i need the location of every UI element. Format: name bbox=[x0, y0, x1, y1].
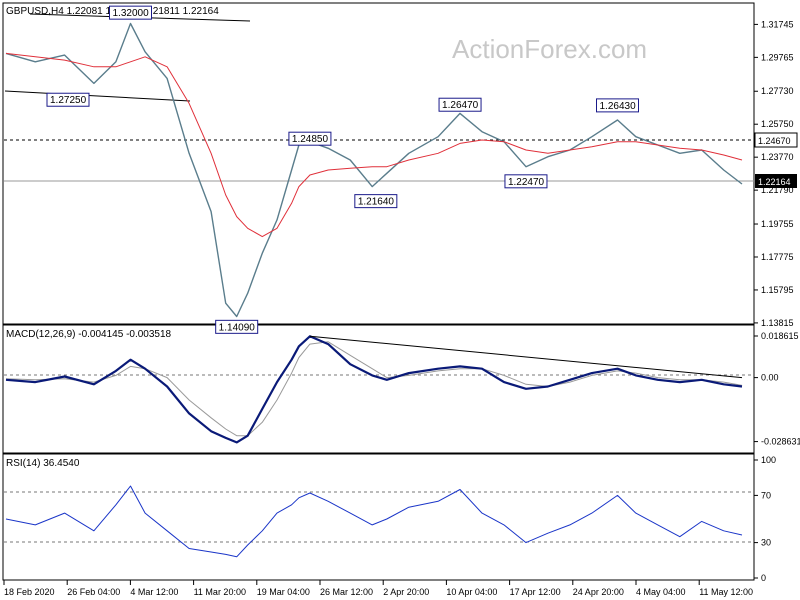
price-axis-tick-label: 1.27730 bbox=[761, 86, 794, 96]
time-axis-label: 19 Mar 04:00 bbox=[257, 587, 310, 597]
time-axis-label: 24 Apr 20:00 bbox=[573, 587, 624, 597]
price-axis-tick-label: 1.15795 bbox=[761, 285, 794, 295]
price-annotation: 1.27250 bbox=[46, 92, 90, 107]
macd-header: MACD(12,26,9) -0.004145 -0.003518 bbox=[6, 329, 172, 340]
rsi-axis-tick-label: 30 bbox=[761, 538, 771, 548]
watermark: ActionForex.com bbox=[452, 34, 647, 64]
price-annotation: 1.24850 bbox=[288, 131, 332, 146]
price-annotation-label: 1.32000 bbox=[112, 8, 149, 19]
price-axis-tick-label: 1.31745 bbox=[761, 19, 794, 29]
svg-text:1.24670: 1.24670 bbox=[758, 136, 791, 146]
macd-axis-tick-label: 0.018615 bbox=[761, 331, 799, 341]
time-axis-label: 4 Mar 12:00 bbox=[130, 587, 178, 597]
time-axis-label: 4 May 04:00 bbox=[636, 587, 686, 597]
price-axis-tick-label: 1.29765 bbox=[761, 52, 794, 62]
svg-text:1.22164: 1.22164 bbox=[758, 177, 791, 187]
price-annotation-label: 1.22470 bbox=[508, 177, 545, 188]
time-axis-label: 17 Apr 12:00 bbox=[510, 587, 561, 597]
price-annotation-label: 1.14090 bbox=[219, 322, 256, 333]
price-annotation: 1.21640 bbox=[354, 194, 398, 209]
rsi-axis-tick-label: 100 bbox=[761, 455, 776, 465]
price-axis-tick-label: 1.13815 bbox=[761, 318, 794, 328]
time-axis-label: 2 Apr 20:00 bbox=[383, 587, 429, 597]
rsi-axis-tick-label: 70 bbox=[761, 490, 771, 500]
current-price-tag: 1.22164 bbox=[755, 174, 797, 188]
rsi-header: RSI(14) 36.4540 bbox=[6, 458, 80, 469]
price-annotation-label: 1.24850 bbox=[292, 134, 329, 145]
price-axis-tick-label: 1.19755 bbox=[761, 219, 794, 229]
price-annotation: 1.32000 bbox=[108, 5, 152, 20]
rsi-axis-tick-label: 0 bbox=[761, 573, 766, 583]
time-axis-label: 18 Feb 2020 bbox=[4, 587, 55, 597]
time-axis-label: 11 Mar 20:00 bbox=[194, 587, 246, 597]
price-axis-tick-label: 1.17775 bbox=[761, 252, 794, 262]
price-annotation-label: 1.26430 bbox=[600, 101, 637, 112]
price-axis-tick-label: 1.25750 bbox=[761, 119, 794, 129]
chart-background bbox=[0, 0, 800, 600]
macd-axis-tick-label: 0.00 bbox=[761, 373, 779, 383]
price-annotation: 1.26430 bbox=[596, 98, 640, 113]
price-annotation-label: 1.26470 bbox=[442, 100, 479, 111]
price-annotation-label: 1.21640 bbox=[358, 197, 395, 208]
level-price-tag: 1.24670 bbox=[754, 132, 798, 148]
price-annotation: 1.22470 bbox=[504, 174, 548, 189]
time-axis-label: 11 May 12:00 bbox=[699, 587, 753, 597]
price-axis-tick-label: 1.23770 bbox=[761, 152, 794, 162]
time-axis-label: 10 Apr 04:00 bbox=[446, 587, 497, 597]
price-annotation-label: 1.27250 bbox=[50, 95, 87, 106]
price-annotation: 1.14090 bbox=[215, 319, 259, 334]
macd-axis-tick-label: -0.028631 bbox=[761, 437, 800, 447]
price-annotation: 1.26470 bbox=[438, 97, 482, 112]
chart-canvas: ActionForex.com 1.31745 1.29765 1.27730 1.2… bbox=[0, 0, 800, 600]
time-axis-label: 26 Feb 04:00 bbox=[67, 587, 120, 597]
time-axis-label: 26 Mar 12:00 bbox=[320, 587, 373, 597]
